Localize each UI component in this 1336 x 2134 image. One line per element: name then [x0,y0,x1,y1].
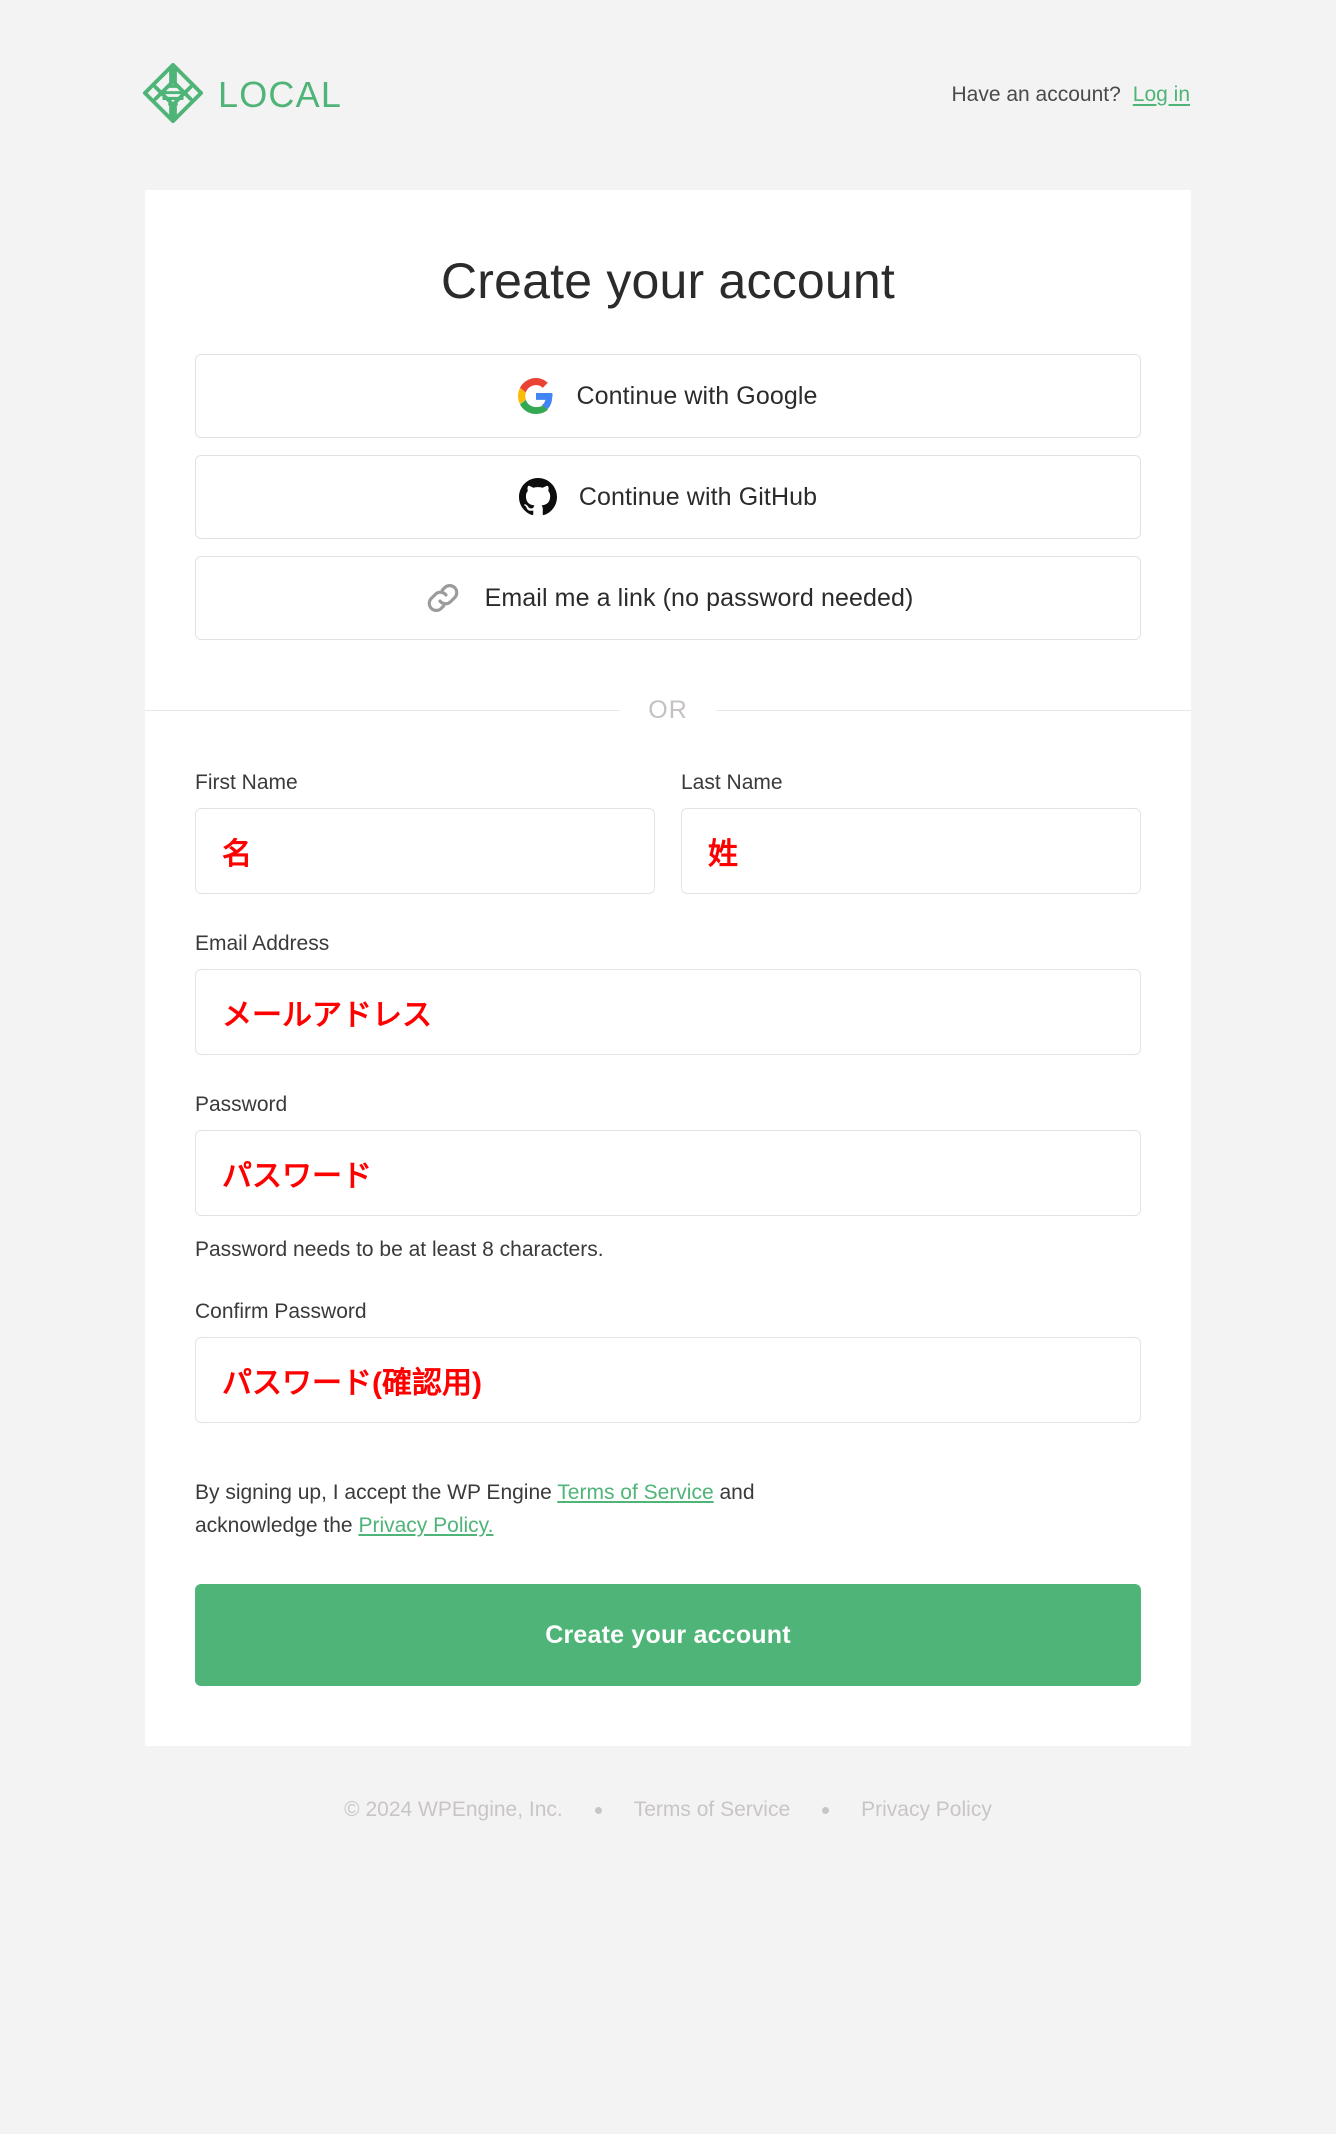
first-name-label: First Name [195,771,298,794]
last-name-field: Last Name [681,771,1141,894]
terms-of-service-link[interactable]: Terms of Service [557,1481,713,1504]
footer-separator-dot [822,1806,830,1814]
email-me-a-link-label: Email me a link (no password needed) [484,583,914,612]
github-octocat-icon [518,478,557,516]
continue-with-google-label: Continue with Google [576,381,818,410]
brand-wordmark: LOCAL [218,74,343,115]
last-name-input[interactable] [681,808,1141,894]
password-field: Password Password needs to be at least 8… [195,1093,1141,1262]
page-footer: © 2024 WPEngine, Inc. Terms of Service P… [0,1746,1336,1882]
confirm-password-field: Confirm Password [195,1300,1141,1423]
continue-with-google-button[interactable]: Continue with Google [195,354,1141,438]
confirm-password-label: Confirm Password [195,1300,367,1323]
page-title: Create your account [440,253,896,309]
name-field-row: First Name Last Name [195,771,1141,894]
email-input[interactable] [195,969,1141,1055]
divider-rule-left [145,710,621,711]
confirm-password-input[interactable] [195,1337,1141,1423]
oauth-button-list: Continue with Google Continue with GitHu… [145,354,1191,640]
email-me-a-link-button[interactable]: Email me a link (no password needed) [195,556,1141,640]
email-label: Email Address [195,932,330,955]
divider-label: OR [648,696,688,724]
submit-area: Create your account [145,1584,1191,1687]
terms-acceptance-text: By signing up, I accept the WP Engine Te… [145,1477,925,1542]
continue-with-github-button[interactable]: Continue with GitHub [195,455,1141,539]
footer-privacy-policy-link[interactable]: Privacy Policy [861,1798,992,1822]
login-link[interactable]: Log in [1133,83,1190,107]
signup-form: First Name Last Name Email Address Passw… [145,771,1191,1423]
have-account-row: Have an account? Log in [951,83,1190,107]
password-input[interactable] [195,1130,1141,1216]
email-field: Email Address [195,932,1141,1055]
create-account-button[interactable]: Create your account [195,1584,1141,1687]
password-label: Password [195,1093,288,1116]
divider-rule-right [715,710,1191,711]
last-name-label: Last Name [681,771,783,794]
continue-with-github-label: Continue with GitHub [578,482,818,511]
copyright-text: © 2024 WPEngine, Inc. [344,1798,563,1822]
first-name-input[interactable] [195,808,655,894]
footer-separator-dot [594,1806,602,1814]
link-chain-icon [423,578,463,618]
have-account-text: Have an account? [951,83,1121,106]
password-hint: Password needs to be at least 8 characte… [195,1238,604,1261]
local-diamond-logo-icon [142,62,204,129]
terms-prefix: By signing up, I accept the WP Engine [195,1481,558,1504]
brand-logo[interactable]: LOCAL [142,62,342,129]
footer-terms-of-service-link[interactable]: Terms of Service [634,1798,790,1822]
page-header: LOCAL Have an account? Log in [0,0,1336,190]
first-name-field: First Name [195,771,655,894]
privacy-policy-link[interactable]: Privacy Policy. [358,1514,493,1537]
or-divider: OR [145,696,1191,725]
signup-card: Create your account Continue with Google… [145,190,1191,1747]
google-g-icon [518,378,554,414]
